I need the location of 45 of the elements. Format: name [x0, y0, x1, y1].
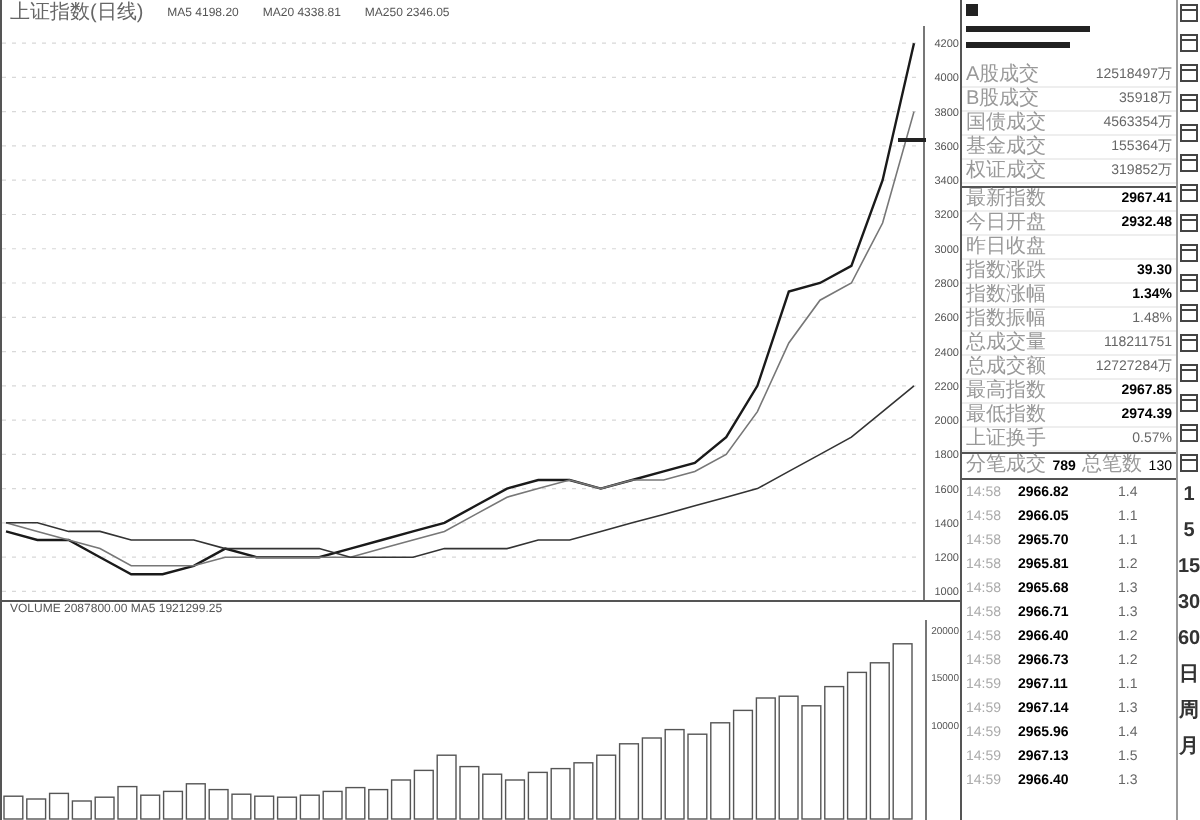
- field-label: 上证换手: [966, 429, 1046, 449]
- period-button[interactable]: 15: [1177, 556, 1200, 580]
- field-label: 基金成交: [966, 137, 1046, 157]
- field-label: 最低指数: [966, 405, 1046, 425]
- field-label: 今日开盘: [966, 213, 1046, 233]
- window-icon[interactable]: [1180, 304, 1198, 322]
- window-icon[interactable]: [1180, 94, 1198, 112]
- window-icon[interactable]: [1180, 34, 1198, 52]
- field-label: 权证成交: [966, 161, 1046, 181]
- window-icon[interactable]: [1180, 184, 1198, 202]
- field-label: A股成交: [966, 65, 1040, 85]
- table-header: 总笔数: [1082, 456, 1143, 476]
- period-button[interactable]: 30: [1177, 592, 1200, 616]
- window-icon[interactable]: [1180, 4, 1198, 22]
- window-icon[interactable]: [1180, 244, 1198, 262]
- period-button[interactable]: 周: [1179, 700, 1199, 724]
- field-label: 最高指数: [966, 381, 1046, 401]
- period-button[interactable]: 1: [1183, 484, 1195, 508]
- window-icon[interactable]: [1180, 424, 1198, 442]
- field-label: 国债成交: [966, 113, 1046, 133]
- window-icon[interactable]: [1180, 274, 1198, 292]
- square-icon: [966, 4, 978, 16]
- window-icon[interactable]: [1180, 214, 1198, 232]
- period-button[interactable]: 5: [1183, 520, 1195, 544]
- period-button[interactable]: 60: [1177, 628, 1200, 652]
- field-label: B股成交: [966, 89, 1040, 109]
- field-label: 总成交额: [966, 357, 1046, 377]
- period-button[interactable]: 月: [1179, 736, 1199, 760]
- chart-title: 上证指数(日线): [10, 3, 144, 23]
- field-label: 指数涨幅: [966, 285, 1046, 305]
- table-header: 分笔成交: [966, 456, 1046, 476]
- field-label: 昨日收盘: [966, 237, 1046, 257]
- field-label: 最新指数: [966, 189, 1046, 209]
- window-icon[interactable]: [1180, 394, 1198, 412]
- field-label: 指数振幅: [966, 309, 1046, 329]
- field-label: 指数涨跌: [966, 261, 1046, 281]
- window-icon[interactable]: [1180, 124, 1198, 142]
- period-button[interactable]: 日: [1179, 664, 1199, 688]
- window-icon[interactable]: [1180, 154, 1198, 172]
- field-label: 总成交量: [966, 333, 1046, 353]
- price-marker: [898, 138, 926, 142]
- window-icon[interactable]: [1180, 364, 1198, 382]
- window-icon[interactable]: [1180, 64, 1198, 82]
- window-icon[interactable]: [1180, 334, 1198, 352]
- window-icon[interactable]: [1180, 454, 1198, 472]
